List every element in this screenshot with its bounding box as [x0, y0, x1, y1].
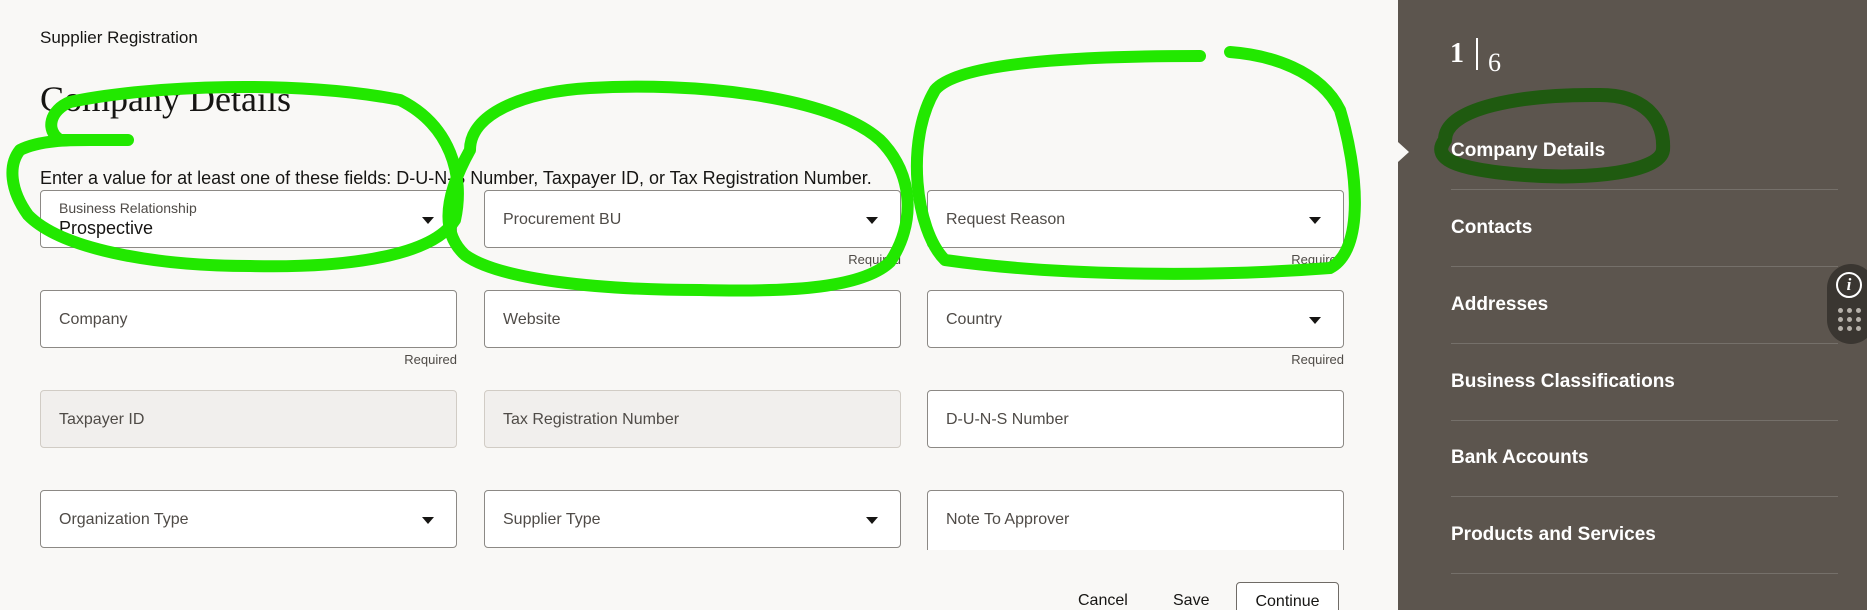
info-icon[interactable]: i [1836, 272, 1862, 298]
sidebar-item-label: Addresses [1451, 294, 1549, 315]
supplier-type-select[interactable]: Supplier Type [484, 490, 901, 548]
organization-type-select[interactable]: Organization Type [40, 490, 457, 548]
country-label: Country [946, 311, 1003, 328]
step-current: 1 [1450, 38, 1464, 69]
note-to-approver-textarea[interactable]: Note To Approver [927, 490, 1344, 550]
request-reason-label: Request Reason [946, 211, 1066, 228]
chevron-down-icon[interactable] [1309, 317, 1321, 324]
procurement-bu-label: Procurement BU [503, 211, 622, 228]
chevron-down-icon[interactable] [422, 217, 434, 224]
chevron-down-icon[interactable] [422, 517, 434, 524]
country-select[interactable]: Country [927, 290, 1344, 348]
organization-type-label: Organization Type [59, 511, 189, 528]
tax-registration-number-label: Tax Registration Number [503, 411, 680, 428]
sidebar-item-label: Contacts [1451, 217, 1533, 238]
step-divider [1476, 38, 1478, 70]
chevron-down-icon[interactable] [1309, 217, 1321, 224]
website-label: Website [503, 311, 561, 328]
taxpayer-id-input: Taxpayer ID [40, 390, 457, 448]
continue-button[interactable]: Continue [1236, 582, 1339, 610]
page-title: Company Details [40, 79, 291, 119]
tax-registration-number-input: Tax Registration Number [484, 390, 901, 448]
duns-number-label: D-U-N-S Number [946, 411, 1069, 428]
cancel-button[interactable]: Cancel [1078, 592, 1128, 610]
request-reason-select[interactable]: Request Reason [927, 190, 1344, 248]
sidebar-item-addresses[interactable]: Addresses [1451, 268, 1838, 344]
step-total: 6 [1488, 48, 1501, 77]
help-widget[interactable]: i [1827, 264, 1867, 344]
website-input[interactable]: Website [484, 290, 901, 348]
sidebar-item-contacts[interactable]: Contacts [1451, 191, 1838, 267]
chevron-down-icon[interactable] [866, 517, 878, 524]
sidebar-item-label: Products and Services [1451, 524, 1656, 545]
sidebar-item-products-and-services[interactable]: Products and Services [1451, 498, 1838, 574]
business-relationship-select[interactable]: Business Relationship Prospective [40, 190, 457, 248]
company-input[interactable]: Company [40, 290, 457, 348]
sidebar-item-label: Bank Accounts [1451, 447, 1589, 468]
procurement-bu-select[interactable]: Procurement BU [484, 190, 901, 248]
company-label: Company [59, 311, 128, 328]
step-indicator: 1 6 [1450, 38, 1501, 77]
request-reason-required-hint: Required [1291, 252, 1344, 267]
sidebar-item-company-details[interactable]: Company Details [1451, 114, 1838, 190]
grid-dots-icon[interactable] [1838, 308, 1862, 332]
breadcrumb: Supplier Registration [40, 28, 198, 47]
sidebar-item-label: Company Details [1451, 140, 1606, 161]
instruction-text: Enter a value for at least one of these … [40, 168, 872, 188]
train-stop-sidebar: 1 6 Company Details Contacts Addresses B… [1398, 0, 1867, 610]
note-to-approver-label: Note To Approver [946, 511, 1070, 528]
procurement-bu-required-hint: Required [848, 252, 901, 267]
sidebar-item-business-classifications[interactable]: Business Classifications [1451, 345, 1838, 421]
supplier-type-label: Supplier Type [503, 511, 601, 528]
sidebar-item-bank-accounts[interactable]: Bank Accounts [1451, 421, 1838, 497]
save-button[interactable]: Save [1173, 592, 1209, 610]
taxpayer-id-label: Taxpayer ID [59, 411, 145, 428]
business-relationship-value: Prospective [59, 218, 154, 238]
current-step-pointer [1398, 142, 1409, 162]
main-content: Supplier Registration Company Details En… [0, 0, 1398, 610]
duns-number-input[interactable]: D-U-N-S Number [927, 390, 1344, 448]
country-required-hint: Required [1291, 352, 1344, 367]
chevron-down-icon[interactable] [866, 217, 878, 224]
company-required-hint: Required [404, 352, 457, 367]
business-relationship-label: Business Relationship [59, 200, 197, 216]
sidebar-item-label: Business Classifications [1451, 371, 1675, 392]
